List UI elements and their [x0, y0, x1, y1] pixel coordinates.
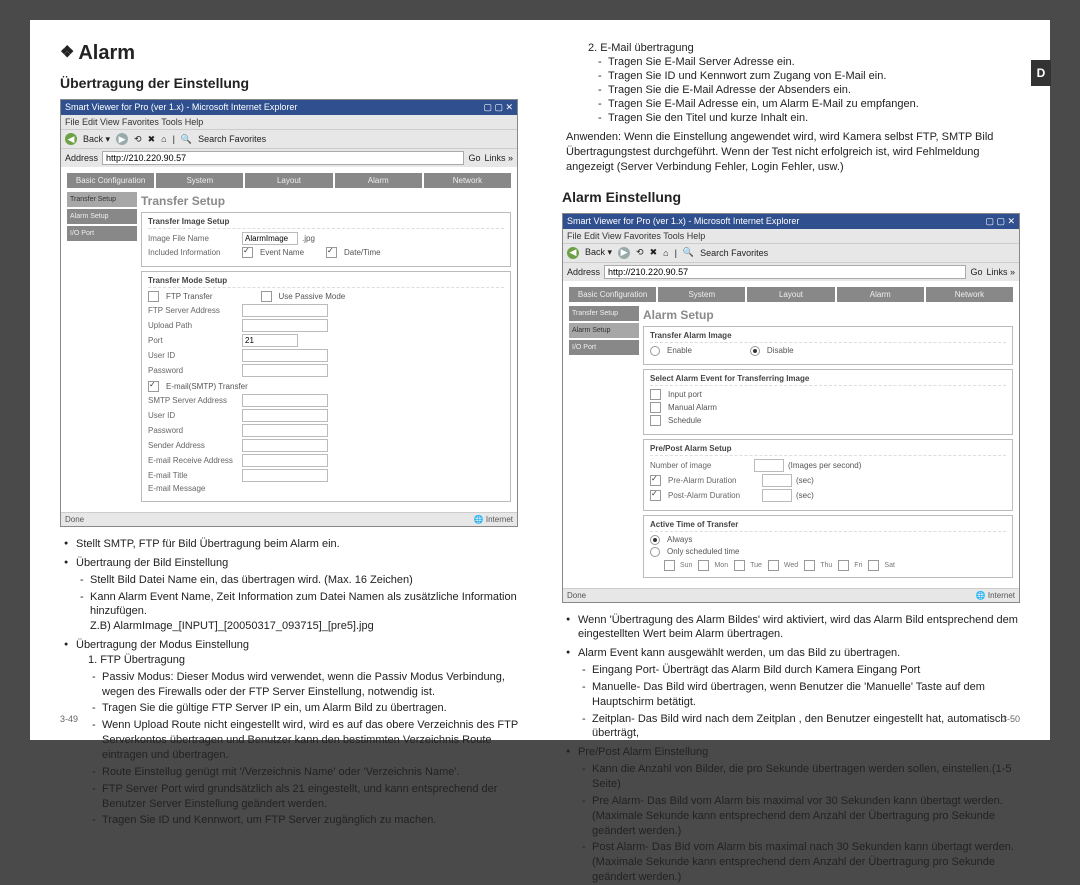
tab-system[interactable]: System [156, 173, 243, 188]
right-bullets: Wenn 'Übertragung des Alarm Bildes' wird… [562, 613, 1020, 885]
back-icon[interactable]: ◀ [567, 247, 579, 259]
tab-system[interactable]: System [658, 287, 745, 302]
sidebar-item-transfer[interactable]: Transfer Setup [67, 192, 137, 207]
section-heading-transfer: Übertragung der Einstellung [60, 75, 518, 91]
checkbox-ftp[interactable] [148, 291, 159, 302]
sidebar-item-ioport[interactable]: I/O Port [67, 226, 137, 241]
refresh-icon[interactable]: ⟲ [134, 134, 142, 145]
checkbox-pre-alarm[interactable] [650, 475, 661, 486]
internet-icon: 🌐 [474, 515, 484, 524]
smtp-sender-input[interactable] [242, 439, 328, 452]
smtp-title-input[interactable] [242, 469, 328, 482]
ftp-user-input[interactable] [242, 349, 328, 362]
stop-icon[interactable]: ✖ [148, 134, 156, 145]
section-heading-alarm: Alarm Einstellung [562, 189, 1020, 205]
search-icon[interactable]: 🔍 [683, 247, 694, 258]
smtp-pass-input[interactable] [242, 424, 328, 437]
tab-network[interactable]: Network [424, 173, 511, 188]
panel-select-event: Select Alarm Event for Transferring Imag… [643, 369, 1013, 435]
tab-network[interactable]: Network [926, 287, 1013, 302]
tab-layout[interactable]: Layout [747, 287, 834, 302]
checkbox-datetime[interactable] [326, 247, 337, 258]
window-title-bar: Smart Viewer for Pro (ver 1.x) - Microso… [563, 214, 1019, 229]
forward-icon[interactable]: ▶ [116, 133, 128, 145]
checkbox-schedule[interactable] [650, 415, 661, 426]
tab-basic[interactable]: Basic Configuration [569, 287, 656, 302]
page-number-left: 3-49 [60, 714, 78, 724]
upload-path-input[interactable] [242, 319, 328, 332]
refresh-icon[interactable]: ⟲ [636, 247, 644, 258]
sidebar-item-ioport[interactable]: I/O Port [569, 340, 639, 355]
url-input[interactable] [604, 265, 966, 279]
content-title: Alarm Setup [643, 308, 1013, 322]
tab-layout[interactable]: Layout [245, 173, 332, 188]
checkbox-manual[interactable] [650, 402, 661, 413]
radio-always[interactable] [650, 535, 660, 545]
browser-menu[interactable]: File Edit View Favorites Tools Help [61, 115, 517, 129]
ftp-port-input[interactable] [242, 334, 298, 347]
radio-scheduled[interactable] [650, 547, 660, 557]
home-icon[interactable]: ⌂ [663, 248, 668, 258]
stop-icon[interactable]: ✖ [650, 247, 658, 258]
internet-icon: 🌐 [976, 591, 986, 600]
forward-icon[interactable]: ▶ [618, 247, 630, 259]
page-title: ❖Alarm [60, 42, 518, 65]
sidebar-item-alarm[interactable]: Alarm Setup [569, 323, 639, 338]
left-bullets: Stellt SMTP, FTP für Bild Übertragung be… [60, 537, 518, 828]
back-icon[interactable]: ◀ [65, 133, 77, 145]
home-icon[interactable]: ⌂ [161, 134, 166, 144]
panel-active-time: Active Time of Transfer Always Only sche… [643, 515, 1013, 578]
radio-enable[interactable] [650, 346, 660, 356]
content-title: Transfer Setup [141, 194, 511, 208]
tab-alarm[interactable]: Alarm [837, 287, 924, 302]
browser-menu[interactable]: File Edit View Favorites Tools Help [563, 229, 1019, 243]
panel-transfer-alarm-image: Transfer Alarm Image Enable Disable [643, 326, 1013, 365]
panel-prepost: Pre/Post Alarm Setup Number of image(Ima… [643, 439, 1013, 511]
search-icon[interactable]: 🔍 [181, 134, 192, 145]
sidebar-item-transfer[interactable]: Transfer Setup [569, 306, 639, 321]
checkbox-input-port[interactable] [650, 389, 661, 400]
checkbox-post-alarm[interactable] [650, 490, 661, 501]
edge-tab-d: D [1031, 60, 1051, 86]
checkbox-passive[interactable] [261, 291, 272, 302]
window-title-bar: Smart Viewer for Pro (ver 1.x) - Microso… [61, 100, 517, 115]
window-controls[interactable]: ▢ ▢ ✕ [985, 216, 1015, 227]
checkbox-smtp[interactable] [148, 381, 159, 392]
post-alarm-input[interactable] [762, 489, 792, 502]
image-filename-input[interactable] [242, 232, 298, 245]
page-number-right: 3-50 [1002, 714, 1020, 724]
browser-toolbar[interactable]: ◀ Back ▾ ▶ ⟲ ✖ ⌂ | 🔍 Search Favorites [61, 129, 517, 148]
num-image-input[interactable] [754, 459, 784, 472]
go-button[interactable]: Go [970, 267, 982, 277]
smtp-user-input[interactable] [242, 409, 328, 422]
browser-transfer: Smart Viewer for Pro (ver 1.x) - Microso… [60, 99, 518, 527]
ftp-pass-input[interactable] [242, 364, 328, 377]
tab-alarm[interactable]: Alarm [335, 173, 422, 188]
tab-basic[interactable]: Basic Configuration [67, 173, 154, 188]
checkbox-event-name[interactable] [242, 247, 253, 258]
ftp-server-input[interactable] [242, 304, 328, 317]
browser-toolbar[interactable]: ◀ Back ▾ ▶ ⟲ ✖ ⌂ | 🔍 Search Favorites [563, 243, 1019, 262]
browser-alarm: Smart Viewer for Pro (ver 1.x) - Microso… [562, 213, 1020, 603]
radio-disable[interactable] [750, 346, 760, 356]
smtp-receiver-input[interactable] [242, 454, 328, 467]
url-input[interactable] [102, 151, 464, 165]
panel-mode-setup: Transfer Mode Setup FTP Transfer Use Pas… [141, 271, 511, 502]
address-bar[interactable]: Address Go Links » [563, 262, 1019, 281]
pre-alarm-input[interactable] [762, 474, 792, 487]
address-bar[interactable]: Address Go Links » [61, 148, 517, 167]
window-controls[interactable]: ▢ ▢ ✕ [483, 102, 513, 113]
smtp-server-input[interactable] [242, 394, 328, 407]
go-button[interactable]: Go [468, 153, 480, 163]
sidebar-item-alarm[interactable]: Alarm Setup [67, 209, 137, 224]
toolbar-label: Back ▾ [83, 134, 110, 145]
panel-image-setup: Transfer Image Setup Image File Name .jp… [141, 212, 511, 267]
